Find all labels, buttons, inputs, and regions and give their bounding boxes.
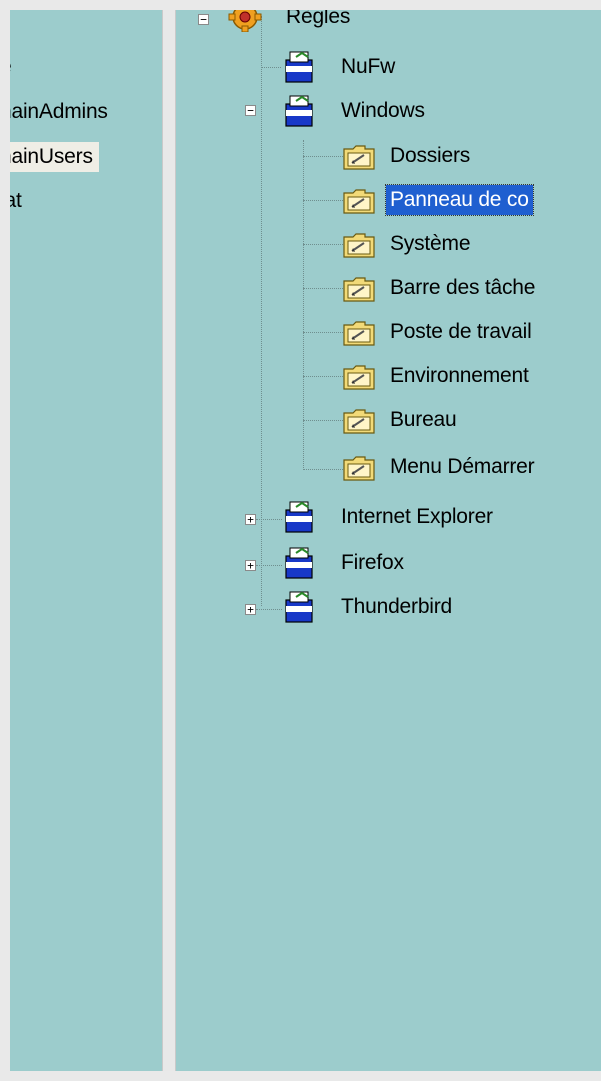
folder-icon (343, 277, 375, 302)
list-item-label: nainAdmins (10, 100, 108, 123)
group-list-pane[interactable]: e nainAdmins nainUsers iat (10, 10, 162, 1071)
window-frame-top (0, 0, 601, 10)
rules-tree-pane[interactable]: − Règles NuFw − Windows Dossiers Panneau… (176, 10, 601, 1071)
window-frame-bottom (0, 1071, 601, 1081)
folder-icon (343, 456, 375, 481)
tree-line (261, 67, 281, 68)
list-item-selected[interactable]: nainUsers (10, 142, 99, 172)
gear-icon (228, 10, 262, 32)
tree-node-internet-explorer[interactable]: Internet Explorer (341, 502, 493, 532)
tree-node-menu-demarrer[interactable]: Menu Démarrer (390, 452, 535, 482)
expand-toggle[interactable]: + (245, 560, 256, 571)
policy-icon (285, 501, 313, 533)
folder-icon (343, 189, 375, 214)
tree-node-firefox[interactable]: Firefox (341, 548, 404, 578)
tree-node-regles[interactable]: Règles (286, 10, 350, 32)
folder-icon (343, 145, 375, 170)
policy-icon (285, 591, 313, 623)
tree-line (256, 565, 282, 566)
tree-node-poste-de-travail[interactable]: Poste de travail (390, 317, 532, 347)
tree-node-barre-des-taches[interactable]: Barre des tâche (390, 273, 535, 303)
tree-line (303, 332, 343, 333)
folder-icon (343, 365, 375, 390)
list-item-label: nainUsers (10, 145, 93, 168)
tree-node-thunderbird[interactable]: Thunderbird (341, 592, 452, 622)
tree-node-windows[interactable]: Windows (341, 96, 425, 126)
tree-line (303, 288, 343, 289)
tree-node-dossiers[interactable]: Dossiers (390, 141, 470, 171)
folder-icon (343, 321, 375, 346)
collapse-toggle[interactable]: − (198, 14, 209, 25)
policy-icon (285, 95, 313, 127)
tree-node-bureau[interactable]: Bureau (390, 405, 457, 435)
tree-node-nufw[interactable]: NuFw (341, 52, 395, 82)
tree-line (303, 200, 343, 201)
tree-line (303, 156, 343, 157)
tree-line (256, 519, 282, 520)
tree-line (303, 376, 343, 377)
expand-toggle[interactable]: + (245, 604, 256, 615)
tree-node-panneau-selected[interactable]: Panneau de co (385, 184, 534, 216)
expand-toggle[interactable]: + (245, 514, 256, 525)
policy-icon (285, 51, 313, 83)
list-item[interactable]: e (10, 52, 12, 82)
policy-icon (285, 547, 313, 579)
list-item[interactable]: iat (10, 186, 22, 216)
list-item-label: iat (10, 189, 22, 212)
folder-icon (343, 409, 375, 434)
tree-line (261, 16, 262, 606)
tree-line (256, 609, 282, 610)
tree-line (303, 469, 343, 470)
collapse-toggle[interactable]: − (245, 105, 256, 116)
tree-node-environnement[interactable]: Environnement (390, 361, 529, 391)
list-item-label: e (10, 55, 12, 78)
tree-line (303, 420, 343, 421)
list-item[interactable]: nainAdmins (10, 97, 108, 127)
window-frame-left (0, 0, 10, 1081)
folder-icon (343, 233, 375, 258)
tree-node-systeme[interactable]: Système (390, 229, 470, 259)
tree-line (303, 244, 343, 245)
pane-splitter[interactable] (162, 10, 176, 1071)
